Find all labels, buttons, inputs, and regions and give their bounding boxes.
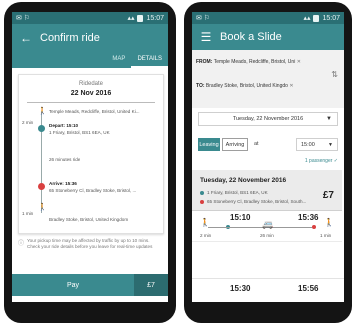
left-screen: ✉ ⚐ ▴▴ 15:07 ← Confirm ride MAP DETAILS R… xyxy=(12,12,168,302)
time-value: 15:00 xyxy=(301,141,315,148)
divider xyxy=(27,102,155,103)
page-title: Book a Slide xyxy=(220,31,282,43)
right-phone-frame: ✉ ⚐ ▴▴ 15:07 ☰ Book a Slide FROM: Temple … xyxy=(184,2,352,323)
walk-icon: 🚶 xyxy=(200,218,210,227)
walk-time: 2 min xyxy=(200,233,212,238)
option-arrive-time: 15:36 xyxy=(298,213,319,222)
to-value: Bradley Stoke, Bristol, United Kingdo xyxy=(205,83,288,89)
clear-from-icon[interactable]: ✕ xyxy=(297,59,301,65)
shuttle-icon: 🚐 xyxy=(262,219,274,229)
tab-map[interactable]: MAP xyxy=(106,52,131,68)
depart-address: 1 Friary, Bristol, BS1 6EA, UK xyxy=(49,130,110,135)
ride-date: 22 Nov 2016 xyxy=(70,90,112,97)
ride-details-card: Ridedate 22 Nov 2016 🚶 2 min Temple Mead… xyxy=(18,74,164,234)
price-label: £7 xyxy=(134,274,168,296)
arrive-time: Arrive: 15:36 xyxy=(49,181,77,186)
notification-icons: ✉ ⚐ xyxy=(196,15,211,22)
right-screen: ✉ ⚐ ▴▴ 15:07 ☰ Book a Slide FROM: Temple … xyxy=(192,12,344,302)
clear-to-icon[interactable]: ✕ xyxy=(289,83,293,89)
signal-icon: ▴▴ xyxy=(303,15,311,22)
battery-icon xyxy=(137,14,144,22)
pay-button[interactable]: Pay xyxy=(12,274,134,296)
chevron-down-icon: ▼ xyxy=(326,116,332,122)
result-date: Tuesday, 22 November 2016 xyxy=(200,177,287,184)
signal-icon: ▴▴ xyxy=(127,15,135,22)
notification-icons: ✉ ⚐ xyxy=(16,15,31,22)
start-address: Temple Meads, Redcliffe, Bristol, United… xyxy=(49,109,140,114)
leaving-toggle[interactable]: Leaving xyxy=(198,138,220,151)
result-dropoff: 65 Stoneberry Cl, Bradley Stoke, Bristol… xyxy=(207,199,307,204)
to-row[interactable]: TO: Bradley Stoke, Bristol, United Kingd… xyxy=(196,83,294,89)
pickup-dot-icon xyxy=(38,125,45,132)
result-pickup: 1 Friary, Bristol, BS1 6EA, UK xyxy=(207,190,268,195)
info-icon: ⓘ xyxy=(18,241,25,247)
timeline-option-1[interactable]: 🚶 15:10 🚐 15:36 🚶 2 min 26 min 1 min xyxy=(192,211,342,241)
time-select[interactable]: 15:00 ▼ xyxy=(296,138,338,151)
page-title: Confirm ride xyxy=(40,32,100,44)
ride-length: 26 min xyxy=(260,233,274,238)
status-right: ▴▴ 15:07 xyxy=(127,14,164,22)
back-arrow-icon[interactable]: ← xyxy=(12,31,40,45)
end-address: Bradley Stoke, Bristol, United Kingdom xyxy=(49,217,129,222)
dropoff-pin-icon xyxy=(312,225,316,229)
depart-time: Depart: 15:10 xyxy=(49,123,79,128)
walk-icon: 🚶 xyxy=(324,218,334,227)
walk-time: 1 min xyxy=(320,233,332,238)
status-time: 15:07 xyxy=(146,14,164,22)
to-label: TO: xyxy=(196,83,205,89)
traffic-notice: Your pickup time may be affected by traf… xyxy=(27,238,153,249)
app-bar: ← Confirm ride xyxy=(12,24,168,52)
status-time: 15:07 xyxy=(322,14,340,22)
tab-bar: MAP DETAILS xyxy=(12,52,168,68)
option-depart-time: 15:30 xyxy=(230,284,251,293)
result-price: £7 xyxy=(322,190,334,201)
pickup-dot-icon xyxy=(200,191,204,195)
swap-icon[interactable]: ⇅ xyxy=(331,70,338,79)
from-value: Temple Meads, Redcliffe, Bristol, Uni xyxy=(213,59,296,65)
arrive-address: 65 Stoneberry Cl, Bradley Stoke, Bristol… xyxy=(49,188,137,193)
check-icon: ✓ xyxy=(333,158,338,164)
walk-icon: 🚶 xyxy=(38,108,47,115)
chevron-down-icon: ▼ xyxy=(328,141,333,148)
walk-time: 1 min xyxy=(22,211,34,216)
app-bar: ☰ Book a Slide xyxy=(192,24,344,50)
status-bar: ✉ ⚐ ▴▴ 15:07 xyxy=(12,12,168,24)
option-arrive-time: 15:56 xyxy=(298,284,319,293)
tab-details[interactable]: DETAILS xyxy=(131,52,168,68)
battery-icon xyxy=(313,14,320,22)
status-bar: ✉ ⚐ ▴▴ 15:07 xyxy=(192,12,344,24)
timeline-option-2[interactable]: 15:30 15:56 xyxy=(192,278,344,302)
ride-date-label: Ridedate xyxy=(78,81,104,87)
timeline-line xyxy=(208,227,312,228)
walk-time: 2 min xyxy=(22,120,34,125)
left-phone-frame: ✉ ⚐ ▴▴ 15:07 ← Confirm ride MAP DETAILS R… xyxy=(4,2,176,323)
route-fields: FROM: Temple Meads, Redcliffe, Bristol, … xyxy=(192,50,344,108)
passenger-count[interactable]: 1 passenger ✓ xyxy=(305,158,338,164)
walk-icon: 🚶 xyxy=(38,204,47,211)
status-right: ▴▴ 15:07 xyxy=(303,14,340,22)
ride-duration: 26 minutes ride xyxy=(49,157,81,162)
option-depart-time: 15:10 xyxy=(230,213,251,222)
date-value: Tuesday, 22 November 2016 xyxy=(232,116,304,122)
ride-result-card[interactable]: Tuesday, 22 November 2016 1 Friary, Bris… xyxy=(192,170,342,242)
from-label: FROM: xyxy=(196,59,213,65)
from-row[interactable]: FROM: Temple Meads, Redcliffe, Bristol, … xyxy=(196,59,301,65)
date-select[interactable]: Tuesday, 22 November 2016 ▼ xyxy=(198,112,338,126)
dropoff-pin-icon xyxy=(200,200,204,204)
dropoff-pin-icon xyxy=(38,183,45,190)
passenger-label: 1 passenger xyxy=(304,158,333,164)
at-label: at xyxy=(254,141,259,147)
menu-icon[interactable]: ☰ xyxy=(192,30,220,44)
arriving-toggle[interactable]: Arriving xyxy=(222,138,248,151)
